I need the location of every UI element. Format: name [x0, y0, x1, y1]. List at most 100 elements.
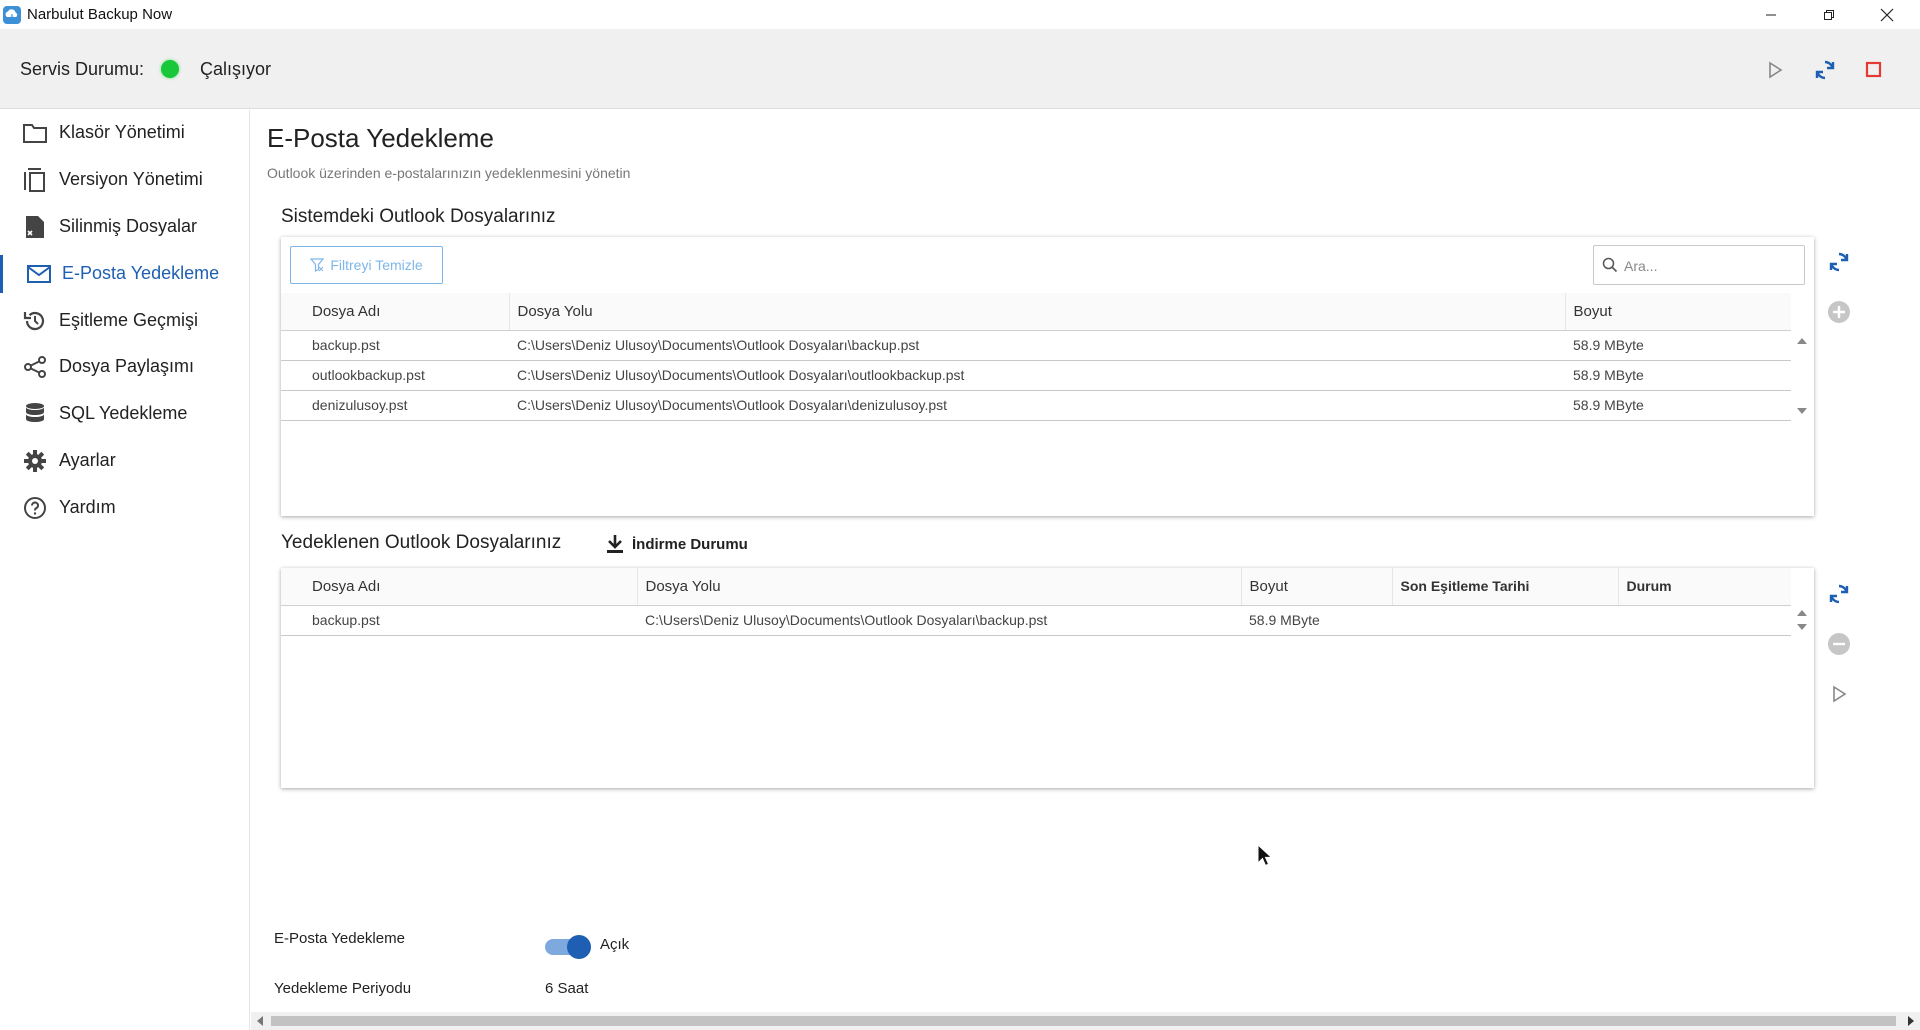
sidebar-item-settings[interactable]: Ayarlar — [0, 438, 250, 482]
search-input[interactable] — [1624, 255, 1794, 277]
clear-filter-label: Filtreyi Temizle — [330, 257, 423, 273]
backup-period-value[interactable]: 6 Saat — [545, 980, 588, 997]
sidebar: Klasör Yönetimi Versiyon Yönetimi Silinm… — [0, 110, 250, 1030]
clear-filter-button[interactable]: Filtreyi Temizle — [290, 246, 443, 284]
minimize-button[interactable] — [1742, 0, 1800, 29]
sidebar-item-deleted-files[interactable]: Silinmiş Dosyalar — [0, 204, 250, 248]
remove-file-button[interactable] — [1825, 630, 1853, 658]
refresh-icon — [1829, 252, 1849, 272]
play-icon — [1833, 685, 1847, 703]
system-files-table: Dosya Adı Dosya Yolu Boyut backup.pst C:… — [281, 293, 1791, 421]
scroll-thumb[interactable] — [271, 1016, 1896, 1026]
table-row[interactable]: backup.pst C:\Users\Deniz Ulusoy\Documen… — [281, 330, 1791, 361]
sidebar-item-label: Yardım — [59, 497, 116, 517]
cell-last-sync-date — [1392, 605, 1618, 636]
email-backup-state: Açık — [600, 936, 630, 953]
scroll-down-icon[interactable] — [1797, 624, 1807, 630]
horizontal-scrollbar[interactable] — [251, 1012, 1920, 1030]
sidebar-item-label: Klasör Yönetimi — [59, 122, 185, 142]
backed-up-files-scrollbar[interactable] — [1793, 606, 1811, 636]
sidebar-item-sync-history[interactable]: Eşitleme Geçmişi — [0, 298, 250, 342]
column-header-file-path[interactable]: Dosya Yolu — [509, 293, 1566, 331]
history-icon — [22, 308, 48, 334]
active-indicator — [0, 255, 3, 293]
service-status-bar: Servis Durumu: Çalışıyor — [0, 29, 1920, 109]
start-service-button[interactable] — [1761, 56, 1789, 84]
cell-file-path: C:\Users\Deniz Ulusoy\Documents\Outlook … — [509, 390, 1565, 421]
backup-period-label: Yedekleme Periyodu — [274, 980, 412, 997]
scroll-right-icon[interactable] — [1908, 1016, 1914, 1026]
table-header-row: Dosya Adı Dosya Yolu Boyut Son Eşitleme … — [281, 568, 1791, 606]
deleted-file-icon — [22, 214, 48, 240]
minimize-icon — [1766, 14, 1776, 15]
database-icon — [22, 401, 48, 427]
search-icon — [1602, 257, 1618, 273]
cell-file-name: backup.pst — [281, 605, 637, 636]
email-backup-toggle[interactable] — [545, 933, 591, 959]
table-header-row: Dosya Adı Dosya Yolu Boyut — [281, 293, 1791, 331]
service-status-value: Çalışıyor — [200, 59, 272, 79]
close-icon — [1880, 8, 1894, 21]
sidebar-item-label: Ayarlar — [59, 450, 116, 470]
mouse-cursor-icon — [1257, 844, 1273, 867]
download-icon — [607, 535, 623, 553]
column-header-status[interactable]: Durum — [1618, 568, 1791, 606]
cell-file-path: C:\Users\Deniz Ulusoy\Documents\Outlook … — [509, 330, 1565, 361]
start-backup-button[interactable] — [1825, 680, 1853, 708]
system-files-scrollbar[interactable] — [1793, 331, 1811, 421]
backed-up-files-table: Dosya Adı Dosya Yolu Boyut Son Eşitleme … — [281, 568, 1791, 636]
refresh-icon — [1815, 60, 1835, 80]
filter-icon — [310, 258, 325, 272]
column-header-size[interactable]: Boyut — [1565, 293, 1791, 331]
cell-file-path: C:\Users\Deniz Ulusoy\Documents\Outlook … — [509, 360, 1565, 391]
mail-icon — [26, 261, 52, 287]
cell-file-name: outlookbackup.pst — [281, 360, 509, 391]
restore-button[interactable] — [1800, 0, 1858, 29]
column-header-file-name[interactable]: Dosya Adı — [281, 293, 510, 331]
app-title: Narbulut Backup Now — [27, 6, 173, 23]
cell-file-name: backup.pst — [281, 330, 509, 361]
refresh-system-files-button[interactable] — [1825, 248, 1853, 276]
sidebar-item-email-backup[interactable]: E-Posta Yedekleme — [0, 251, 250, 295]
status-indicator-icon — [161, 60, 179, 78]
cell-size: 58.9 MByte — [1565, 390, 1791, 421]
refresh-backed-up-files-button[interactable] — [1825, 580, 1853, 608]
backed-up-files-panel: Dosya Adı Dosya Yolu Boyut Son Eşitleme … — [281, 568, 1814, 788]
share-icon — [22, 354, 48, 380]
toggle-knob — [567, 935, 591, 959]
restart-service-button[interactable] — [1811, 56, 1839, 84]
column-header-file-path[interactable]: Dosya Yolu — [637, 568, 1242, 606]
close-button[interactable] — [1858, 0, 1916, 29]
table-row[interactable]: backup.pst C:\Users\Deniz Ulusoy\Documen… — [281, 605, 1791, 636]
cell-file-path: C:\Users\Deniz Ulusoy\Documents\Outlook … — [637, 605, 1241, 636]
table-row[interactable]: denizulusoy.pst C:\Users\Deniz Ulusoy\Do… — [281, 390, 1791, 421]
page-subtitle: Outlook üzerinden e-postalarınızın yedek… — [267, 165, 631, 181]
add-circle-icon — [1828, 301, 1850, 323]
backed-up-files-title: Yedeklenen Outlook Dosyalarınız — [281, 532, 562, 553]
sidebar-item-label: SQL Yedekleme — [59, 403, 188, 423]
column-header-file-name[interactable]: Dosya Adı — [281, 568, 638, 606]
scroll-left-icon[interactable] — [257, 1016, 263, 1026]
sidebar-item-folder-management[interactable]: Klasör Yönetimi — [0, 110, 250, 154]
sidebar-item-file-sharing[interactable]: Dosya Paylaşımı — [0, 344, 250, 388]
column-header-last-sync-date[interactable]: Son Eşitleme Tarihi — [1392, 568, 1619, 606]
stop-service-button[interactable] — [1860, 56, 1888, 84]
sidebar-item-help[interactable]: Yardım — [0, 485, 250, 529]
column-header-size[interactable]: Boyut — [1241, 568, 1393, 606]
restore-icon — [1824, 9, 1834, 20]
sidebar-item-version-management[interactable]: Versiyon Yönetimi — [0, 157, 250, 201]
scroll-up-icon[interactable] — [1797, 610, 1807, 616]
refresh-icon — [1829, 584, 1849, 604]
sidebar-item-sql-backup[interactable]: SQL Yedekleme — [0, 391, 250, 435]
sidebar-item-label: E-Posta Yedekleme — [62, 263, 220, 283]
sidebar-item-label: Eşitleme Geçmişi — [59, 310, 199, 330]
page-title: E-Posta Yedekleme — [267, 123, 494, 153]
add-file-button[interactable] — [1825, 298, 1853, 326]
search-field[interactable] — [1593, 245, 1805, 285]
scroll-up-icon[interactable] — [1797, 338, 1807, 344]
copy-icon — [22, 167, 48, 193]
scroll-down-icon[interactable] — [1797, 408, 1807, 414]
download-status-button[interactable]: İndirme Durumu — [606, 531, 748, 557]
table-row[interactable]: outlookbackup.pst C:\Users\Deniz Ulusoy\… — [281, 360, 1791, 391]
download-status-label: İndirme Durumu — [632, 535, 748, 553]
